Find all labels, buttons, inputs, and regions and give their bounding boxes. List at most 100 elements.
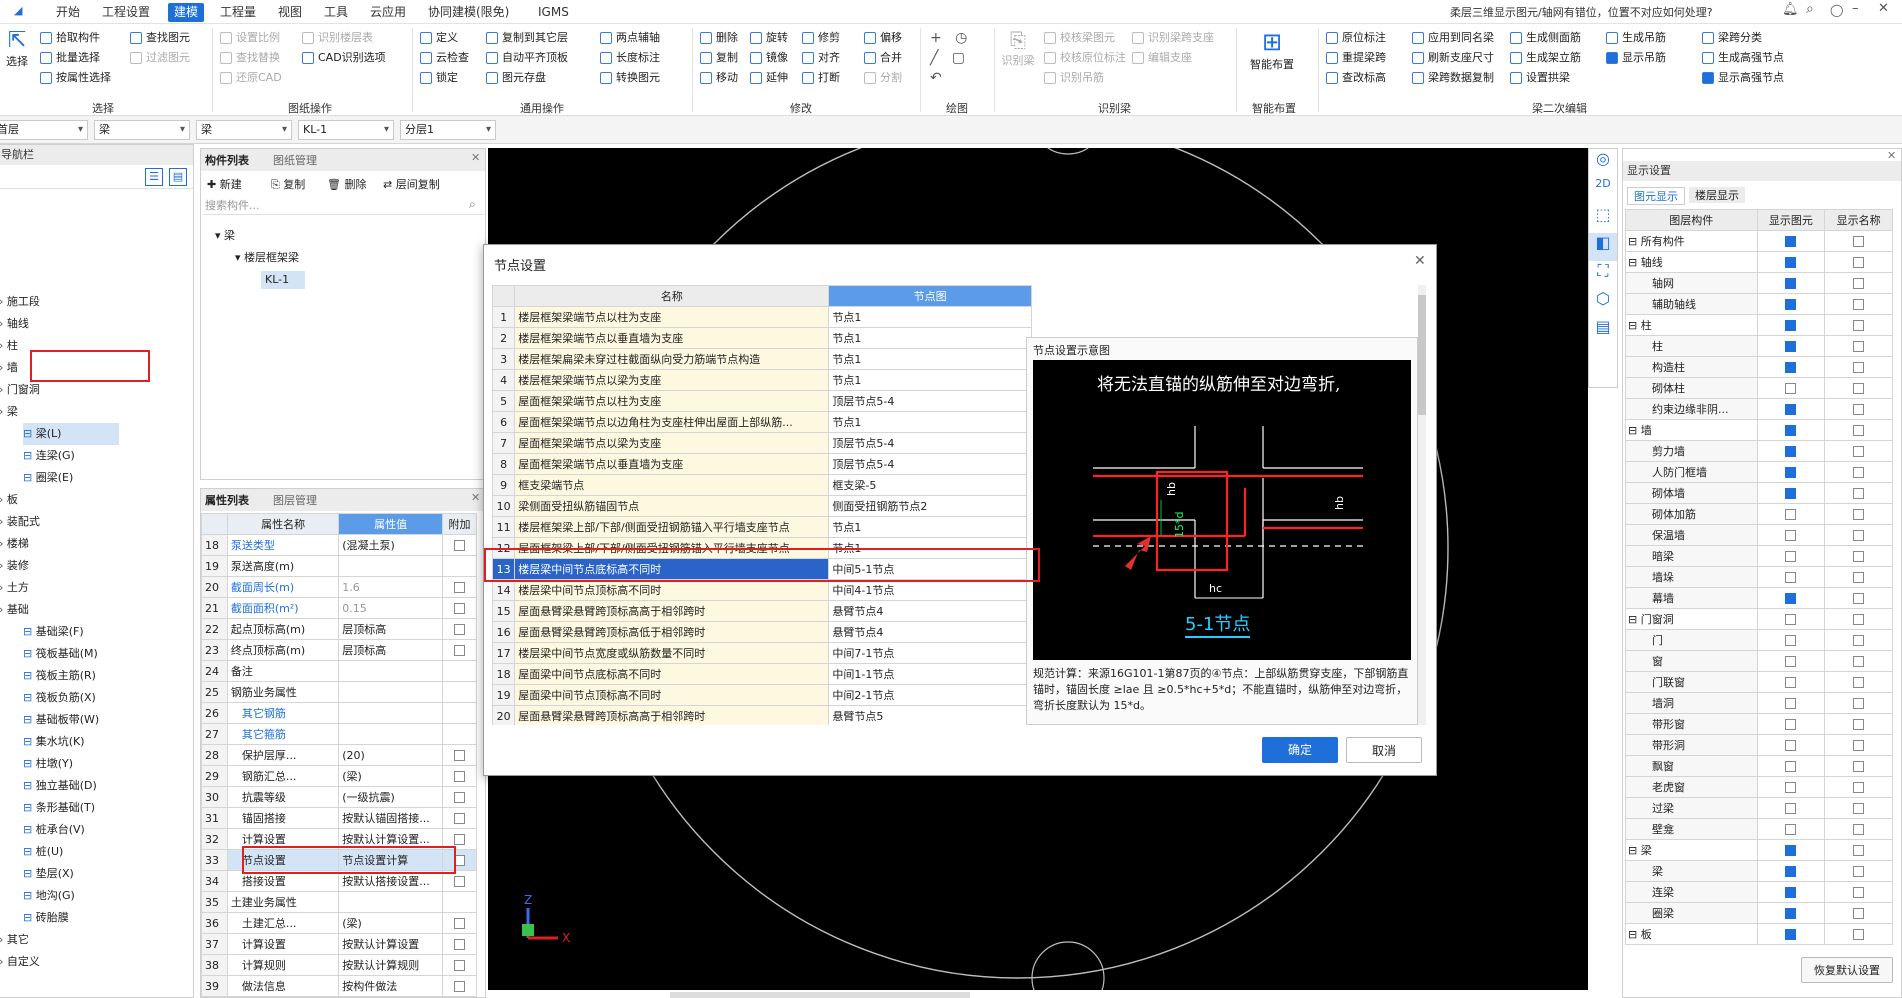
node-row[interactable]: 5 屋面框架梁端节点以柱为支座 顶层节点5-4 (492, 390, 1032, 412)
display-row[interactable]: 圈梁 (1625, 902, 1893, 924)
extra-checkbox[interactable] (442, 618, 477, 640)
property-row[interactable]: 22 起点顶标高(m) 层顶标高 (201, 618, 477, 640)
display-row[interactable]: ⊟ 梁 (1625, 839, 1893, 861)
component-select[interactable]: KL-1 (298, 120, 394, 140)
nav-sub-item[interactable]: ⊟ 连梁(G) (23, 445, 75, 467)
show-element-checkbox[interactable] (1756, 734, 1826, 756)
show-element-checkbox[interactable] (1756, 314, 1826, 336)
display-row[interactable]: 壁龛 (1625, 818, 1893, 840)
node-figure[interactable]: 框支梁-5 (828, 474, 1032, 496)
show-name-checkbox[interactable] (1824, 923, 1893, 945)
show-element-checkbox[interactable] (1756, 377, 1826, 399)
draw-tools[interactable]: + ◷ ╱ ▢ ↶ (930, 28, 990, 88)
extra-checkbox[interactable] (442, 681, 477, 703)
display-row[interactable]: 辅助轴线 (1625, 293, 1893, 315)
tree-node-floor-frame-beam[interactable]: ▾ 楼层框架梁 (235, 249, 299, 265)
node-row[interactable]: 19 屋面梁中间节点顶标高不同时 中间2-1节点 (492, 684, 1032, 706)
display-row[interactable]: ⊟ 轴线 (1625, 251, 1893, 273)
span-classify-button[interactable]: 梁跨分类 (1700, 28, 1762, 48)
show-element-checkbox[interactable] (1756, 881, 1826, 903)
display-row[interactable]: 带形窗 (1625, 713, 1893, 735)
property-row[interactable]: 38 计算规则 按默认计算规则 (201, 954, 477, 976)
show-element-checkbox[interactable] (1756, 713, 1826, 735)
layer-select[interactable]: 分层1 (400, 120, 496, 140)
help-notice[interactable]: 柔层三维显示图元/轴网有错位，位置不对应如何处理? (1450, 4, 1713, 20)
nav-item[interactable]: › 门窗洞 (0, 379, 40, 401)
tab-3[interactable]: 工程量 (214, 3, 262, 22)
show-element-checkbox[interactable] (1756, 272, 1826, 294)
extra-checkbox[interactable] (442, 744, 477, 766)
show-name-checkbox[interactable] (1824, 587, 1893, 609)
set-arch-beam-button[interactable]: 设置拱梁 (1508, 68, 1570, 88)
display-row[interactable]: 飘窗 (1625, 755, 1893, 777)
set-scale-button[interactable]: 设置比例 (218, 28, 280, 48)
extra-checkbox[interactable] (442, 912, 477, 934)
search-icon[interactable]: ⌕ (1806, 1, 1814, 17)
lock-button[interactable]: 锁定 (418, 68, 458, 88)
property-row[interactable]: 30 抗震等级 (一级抗震) (201, 786, 477, 808)
show-element-checkbox[interactable] (1756, 482, 1826, 504)
node-figure[interactable]: 节点1 (828, 516, 1032, 538)
extra-checkbox[interactable] (442, 576, 477, 598)
nav-item[interactable]: › 轴线 (0, 313, 29, 335)
tree-node-kl1[interactable]: KL-1 (261, 271, 305, 289)
nav-item[interactable]: › 板 (0, 489, 18, 511)
fit-view-icon[interactable]: ⛶ (1589, 261, 1617, 289)
property-row[interactable]: 20 截面周长(m) 1.6 (201, 576, 477, 598)
node-figure[interactable]: 中间4-1节点 (828, 579, 1032, 601)
node-figure[interactable]: 节点1 (828, 327, 1032, 349)
length-dim-button[interactable]: 长度标注 (598, 48, 660, 68)
tab-5[interactable]: 工具 (318, 3, 354, 22)
property-row[interactable]: 35 土建业务属性 (201, 891, 477, 913)
extra-checkbox[interactable] (442, 933, 477, 955)
tab-property-list[interactable]: 属性列表 (205, 492, 249, 508)
copy-comp-button[interactable]: ⎘ 复制 (271, 176, 305, 192)
show-element-checkbox[interactable] (1756, 293, 1826, 315)
find-element-button[interactable]: 查找图元 (128, 28, 190, 48)
extra-checkbox[interactable] (442, 534, 477, 556)
tab-component-list[interactable]: 构件列表 (205, 152, 249, 168)
show-name-checkbox[interactable] (1824, 482, 1893, 504)
show-name-checkbox[interactable] (1824, 461, 1893, 483)
show-element-checkbox[interactable] (1756, 419, 1826, 441)
show-element-checkbox[interactable] (1756, 902, 1826, 924)
nav-sub-item[interactable]: ⊟ 桩承台(V) (23, 819, 85, 841)
nav-item[interactable]: › 自定义 (0, 951, 40, 973)
show-name-checkbox[interactable] (1824, 902, 1893, 924)
check-annotation-button[interactable]: 校核原位标注 (1042, 48, 1126, 68)
recognize-hanger-button[interactable]: 识别吊筋 (1042, 68, 1104, 88)
cloud-check-button[interactable]: 云检查 (418, 48, 469, 68)
property-row[interactable]: 29 钢筋汇总... (梁) (201, 765, 477, 787)
display-row[interactable]: 墙洞 (1625, 692, 1893, 714)
extra-checkbox[interactable] (442, 660, 477, 682)
cube-view-icon[interactable]: ⬚ (1589, 205, 1617, 233)
display-row[interactable]: 暗梁 (1625, 545, 1893, 567)
display-cube-icon[interactable]: ⬡ (1589, 289, 1617, 317)
filter-element-button[interactable]: 过滤图元 (128, 48, 190, 68)
show-element-checkbox[interactable] (1756, 230, 1826, 252)
nav-sub-item[interactable]: ⊟ 筏板主筋(R) (23, 665, 96, 687)
node-row[interactable]: 16 屋面悬臂梁悬臂跨顶标高低于相邻跨时 悬臂节点4 (492, 621, 1032, 643)
show-name-checkbox[interactable] (1824, 755, 1893, 777)
edit-support-button[interactable]: 编辑支座 (1130, 48, 1192, 68)
display-row[interactable]: 老虎窗 (1625, 776, 1893, 798)
find-replace-button[interactable]: 查找替换 (218, 48, 280, 68)
extra-checkbox[interactable] (442, 786, 477, 808)
extra-checkbox[interactable] (442, 954, 477, 976)
cancel-button[interactable]: 取消 (1346, 737, 1422, 763)
display-row[interactable]: 带形洞 (1625, 734, 1893, 756)
tab-4[interactable]: 视图 (272, 3, 308, 22)
show-element-checkbox[interactable] (1756, 440, 1826, 462)
nav-item[interactable]: › 装配式 (0, 511, 40, 533)
display-row[interactable]: 轴网 (1625, 272, 1893, 294)
close-icon[interactable]: ✕ (1878, 1, 1889, 16)
node-row[interactable]: 17 楼层梁中间节点宽度或纵筋数量不同时 中间7-1节点 (492, 642, 1032, 664)
recognize-beam-button[interactable]: ⎘ 识别梁 (998, 28, 1038, 68)
property-row[interactable]: 25 钢筋业务属性 (201, 681, 477, 703)
show-name-checkbox[interactable] (1824, 272, 1893, 294)
tab-1[interactable]: 工程设置 (96, 3, 156, 22)
property-row[interactable]: 19 泵送高度(m) (201, 555, 477, 577)
break-button[interactable]: 打断 (800, 68, 840, 88)
floor-copy-button[interactable]: ⇄ 层间复制 (383, 176, 440, 192)
trim-button[interactable]: 修剪 (800, 28, 840, 48)
